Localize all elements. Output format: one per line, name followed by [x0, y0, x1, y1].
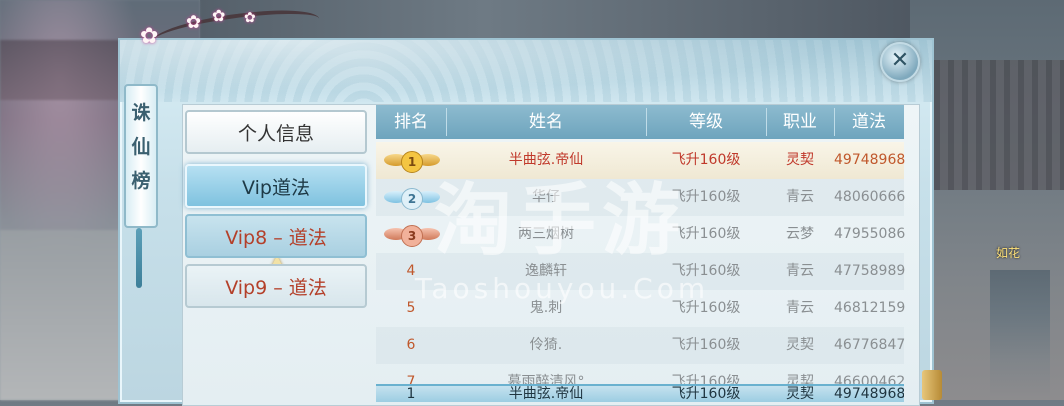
close-button[interactable]: ✕ [880, 42, 920, 82]
my-rank-row[interactable]: 1 半曲弦.帝仙 飞升160级 灵契 49748968 [376, 384, 904, 402]
player-rank: 4 [406, 263, 416, 279]
background-roof [0, 40, 130, 100]
table-row[interactable]: 2 华仔 飞升160级 青云 48060666 [376, 179, 906, 216]
player-level: 飞升160级 [671, 337, 741, 353]
npc-name-label: 如花 [996, 246, 1021, 260]
menu-item-personal-info[interactable]: 个人信息 [185, 110, 367, 154]
menu-item-vip-daofa[interactable]: Vip道法 ▲ [185, 164, 367, 271]
table-row[interactable]: 5 鬼.刺 飞升160级 青云 46812159 [376, 290, 906, 327]
menu-item-label: Vip道法 [242, 177, 310, 199]
column-header-level: 等级 [689, 112, 723, 132]
player-name: 半曲弦.帝仙 [508, 152, 584, 168]
player-name: 两三烟树 [518, 226, 574, 242]
table-row[interactable]: 6 伶猗. 飞升160级 灵契 46776847 [376, 327, 906, 364]
bronze-medal-icon: 3 [384, 225, 440, 247]
panel-title: 诛仙榜 [131, 102, 151, 192]
player-job: 灵契 [786, 152, 814, 168]
table-row[interactable]: 1 半曲弦.帝仙 飞升160级 灵契 49748968 [376, 142, 906, 179]
menu-item-vip9-daofa[interactable]: Vip9 – 道法 [185, 264, 367, 308]
npc-character[interactable] [990, 270, 1050, 400]
my-level: 飞升160级 [671, 386, 741, 402]
title-scroll: 诛仙榜 [124, 84, 158, 228]
player-level: 飞升160级 [671, 152, 741, 168]
table-row[interactable]: 3 两三烟树 飞升160级 云梦 47955086 [376, 216, 906, 253]
player-name: 鬼.刺 [529, 300, 563, 316]
flower-icon: ✿ [212, 6, 226, 25]
player-rank: 5 [406, 300, 416, 316]
column-header-name: 姓名 [529, 112, 563, 132]
player-score: 46776847 [834, 337, 906, 353]
gold-medal-icon: 1 [384, 151, 440, 173]
player-name: 伶猗. [529, 337, 563, 353]
scroll-tassel [136, 228, 142, 288]
close-icon: ✕ [890, 48, 910, 73]
player-level: 飞升160级 [671, 226, 741, 242]
player-rank: 6 [406, 337, 416, 353]
flower-icon: ✿ [140, 24, 159, 49]
table-row[interactable]: 7 慕雨醉清风° 飞升160级 灵契 46600462 [376, 364, 904, 384]
my-job: 灵契 [786, 386, 814, 402]
player-level: 飞升160级 [671, 300, 741, 316]
player-job: 灵契 [786, 374, 814, 384]
player-name: 逸麟轩 [525, 263, 567, 279]
silver-medal-icon: 2 [384, 188, 440, 210]
column-header-rank: 排名 [394, 112, 428, 132]
my-name: 半曲弦.帝仙 [508, 386, 584, 402]
my-score: 49748968 [834, 386, 904, 402]
player-score: 46812159 [834, 300, 906, 316]
player-score: 46600462 [834, 374, 904, 384]
column-header-score: 道法 [852, 112, 886, 132]
flower-icon: ✿ [186, 12, 202, 33]
menu-item-vip8-daofa[interactable]: Vip8 – 道法 [185, 214, 367, 258]
player-job: 云梦 [786, 226, 814, 242]
player-name: 华仔 [532, 189, 560, 205]
player-level: 飞升160级 [671, 374, 741, 384]
player-score: 47955086 [834, 226, 906, 242]
player-score: 48060666 [834, 189, 906, 205]
player-job: 青云 [786, 263, 814, 279]
player-rank: 7 [406, 374, 416, 384]
player-job: 青云 [786, 189, 814, 205]
player-level: 飞升160级 [671, 189, 741, 205]
my-rank: 1 [406, 386, 416, 402]
player-job: 青云 [786, 300, 814, 316]
background-hall [920, 60, 1064, 190]
player-score: 47758989 [834, 263, 906, 279]
player-name: 慕雨醉清风° [507, 374, 585, 384]
column-header-job: 职业 [783, 112, 817, 132]
panel-header [120, 40, 932, 102]
player-score: 49748968 [834, 152, 906, 168]
scroll-handle[interactable] [922, 370, 942, 400]
table-row[interactable]: 4 逸麟轩 飞升160级 青云 47758989 [376, 253, 906, 290]
flower-icon: ✿ [244, 10, 256, 26]
table-header: 排名 姓名 等级 职业 道法 [376, 105, 904, 139]
player-level: 飞升160级 [671, 263, 741, 279]
player-job: 灵契 [786, 337, 814, 353]
